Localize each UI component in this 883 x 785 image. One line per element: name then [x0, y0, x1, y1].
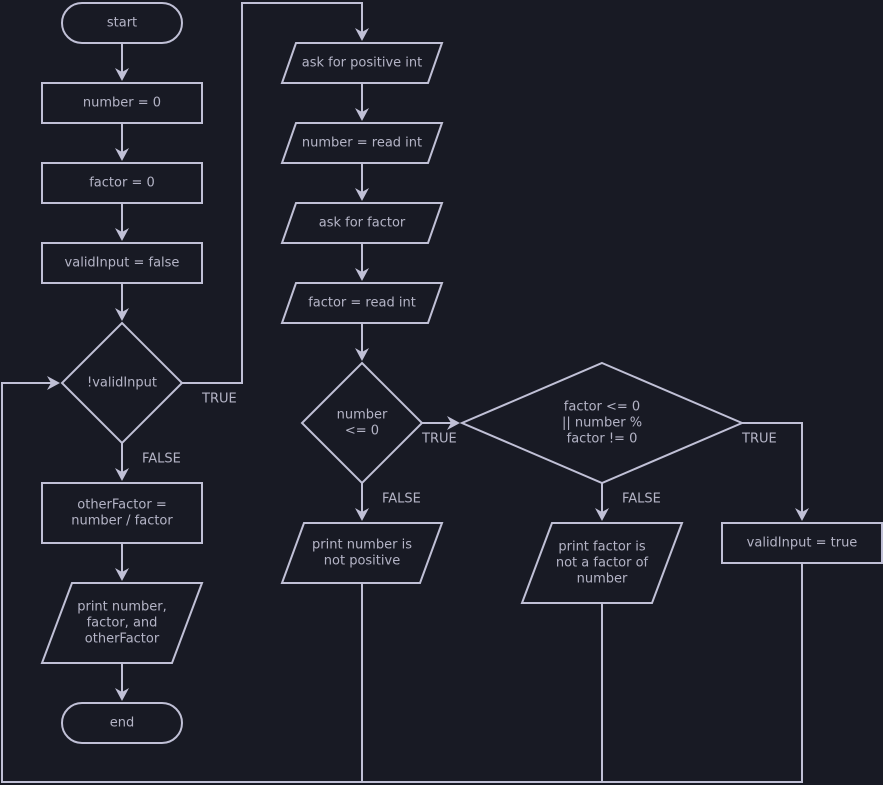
node-number-cond[interactable]: number <= 0: [300, 361, 424, 485]
node-text: number = 0: [83, 96, 161, 111]
node-text: number / factor: [71, 514, 173, 529]
node-text: end: [110, 716, 135, 731]
node-text: validInput = false: [65, 256, 180, 271]
edge-label-number-false: FALSE: [382, 492, 421, 507]
node-text: validInput = true: [747, 536, 858, 551]
node-ask-positive[interactable]: ask for positive int: [280, 42, 444, 84]
node-print-result[interactable]: print number, factor, and otherFactor: [40, 582, 204, 664]
node-text: otherFactor =: [77, 498, 166, 513]
edge-label-number-true: TRUE: [421, 432, 457, 447]
edge-label-factor-true: TRUE: [741, 432, 777, 447]
node-valid-true[interactable]: validInput = true: [721, 522, 883, 564]
node-print-not-positive[interactable]: print number is not positive: [280, 522, 444, 584]
node-text: factor, and: [87, 616, 158, 631]
node-text: start: [107, 16, 137, 31]
node-end[interactable]: end: [61, 702, 183, 744]
node-other-factor[interactable]: otherFactor = number / factor: [41, 482, 203, 544]
node-text: || number %: [562, 416, 642, 431]
edge-label-factor-false: FALSE: [622, 492, 661, 507]
node-text: <= 0: [345, 424, 379, 439]
flowchart: start number = 0 factor = 0 validInput =…: [1, 2, 883, 783]
edge-label-loop-true: TRUE: [201, 392, 237, 407]
node-text: ask for factor: [319, 216, 406, 231]
node-number-init[interactable]: number = 0: [41, 82, 203, 124]
node-factor-cond[interactable]: factor <= 0 || number % factor != 0: [459, 361, 745, 485]
node-ask-factor[interactable]: ask for factor: [280, 202, 444, 244]
node-text: print number,: [77, 600, 167, 615]
node-print-not-factor[interactable]: print factor is not a factor of number: [520, 522, 684, 604]
node-text: not a factor of: [556, 556, 649, 571]
node-factor-init[interactable]: factor = 0: [41, 162, 203, 204]
node-text: factor != 0: [567, 432, 638, 447]
node-valid-init[interactable]: validInput = false: [41, 242, 203, 284]
node-text: number: [577, 572, 628, 587]
node-text: print number is: [312, 538, 412, 553]
node-text: not positive: [324, 554, 400, 569]
node-text: !validInput: [87, 376, 157, 391]
node-loop-cond[interactable]: !validInput: [60, 321, 184, 445]
node-text: factor <= 0: [564, 400, 640, 415]
node-text: ask for positive int: [302, 56, 422, 71]
node-text: factor = read int: [308, 296, 416, 311]
node-read-number[interactable]: number = read int: [280, 122, 444, 164]
node-text: factor = 0: [89, 176, 155, 191]
node-text: print factor is: [558, 540, 646, 555]
edge-label-loop-false: FALSE: [142, 452, 181, 467]
node-text: number = read int: [302, 136, 422, 151]
node-start[interactable]: start: [61, 2, 183, 44]
node-text: number: [337, 408, 388, 423]
node-read-factor[interactable]: factor = read int: [280, 282, 444, 324]
node-text: otherFactor: [85, 632, 160, 647]
